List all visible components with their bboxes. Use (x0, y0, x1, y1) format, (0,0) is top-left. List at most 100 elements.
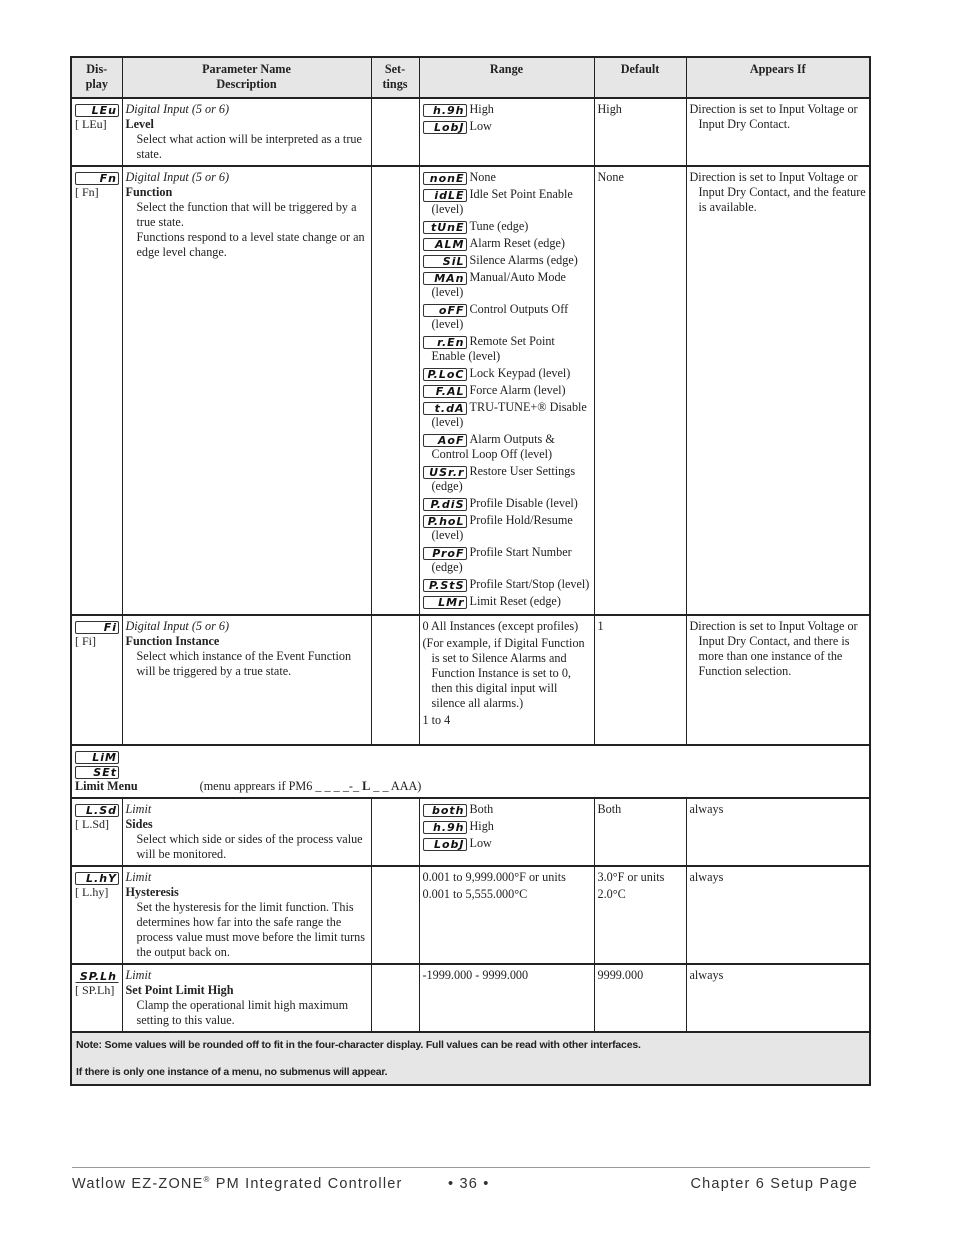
range-option: AoF Alarm Outputs & Control Loop Off (lev… (422, 432, 591, 462)
footer-page-number: • 36 • (448, 1176, 490, 1192)
settings-cell (370, 97, 420, 167)
range-option: P.hoL Profile Hold/Resume (level) (422, 513, 591, 543)
lcd-option-icon: t.dA (422, 401, 467, 415)
lcd-option-icon: nonE (422, 171, 467, 185)
range-option: SiL Silence Alarms (edge) (422, 253, 591, 268)
display-code: [ SP.Lh] (75, 983, 115, 997)
display-code: [ Fi] (75, 634, 96, 648)
range-text: 1 to 4 (422, 713, 451, 727)
parameter-name: Level (125, 117, 154, 131)
display-code: [ L.hy] (75, 885, 109, 899)
settings-cell (370, 865, 420, 965)
settings-cell (370, 797, 420, 867)
range-cell: nonE None idLE Idle Set Point Enable (level… (418, 165, 595, 616)
lcd-display-icon: L.hY (75, 871, 119, 885)
lcd-option-icon: r.En (422, 335, 467, 349)
settings-cell (370, 963, 420, 1033)
lcd-option-icon: oFF (422, 303, 467, 317)
lcd-option-icon: P.diS (422, 497, 467, 511)
header-display: Dis-play (70, 56, 123, 99)
lcd-display-icon: L.Sd (75, 803, 119, 817)
lcd-display-icon: Fn (75, 171, 119, 185)
lcd-option-icon: both (422, 803, 467, 817)
range-option: USr.r Restore User Settings (edge) (422, 464, 591, 494)
default-cell: High (593, 97, 687, 167)
range-option: LobJ Low (422, 119, 591, 134)
range-option: LMr Limit Reset (edge) (422, 594, 591, 609)
parameter-cell: Limit Sides Select which side or sides o… (121, 797, 372, 867)
range-cell: both Both h.9h High LobJ Low (418, 797, 595, 867)
parameter-cell: Limit Set Point Limit High Clamp the ope… (121, 963, 372, 1033)
header-parameter-name: Parameter Name Description (121, 56, 372, 99)
range-option: r.En Remote Set Point Enable (level) (422, 334, 591, 364)
range-option: F.AL Force Alarm (level) (422, 383, 591, 398)
lcd-menu-icon: LiM (75, 751, 119, 764)
range-option: t.dA TRU-TUNE+® Disable (level) (422, 400, 591, 430)
lcd-option-icon: h.9h (422, 820, 467, 834)
table-row: Fn [ Fn] Digital Input (5 or 6) Function… (70, 165, 871, 616)
lcd-display-icon: SP.Lh (75, 970, 119, 983)
range-cell: h.9h High LobJ Low (418, 97, 595, 167)
header-appears-if: Appears If (685, 56, 871, 99)
parameter-category: Limit (125, 802, 152, 816)
lcd-option-icon: LobJ (422, 120, 467, 134)
lcd-option-icon: SiL (422, 254, 467, 268)
default-cell: None (593, 165, 687, 616)
display-cell: L.hY [ L.hy] (70, 865, 123, 965)
table-row: SP.Lh [ SP.Lh] Limit Set Point Limit Hig… (70, 963, 871, 1033)
table-row: L.Sd [ L.Sd] Limit Sides Select which si… (70, 797, 871, 867)
notes-row: Note: Some values will be rounded off to… (70, 1031, 871, 1086)
appears-if-cell: Direction is set to Input Voltage or Inp… (685, 97, 871, 167)
lcd-option-icon: USr.r (422, 465, 467, 479)
parameter-name: Function Instance (125, 634, 220, 648)
default-cell: 3.0°F or units 2.0°C (593, 865, 687, 965)
parameter-cell: Digital Input (5 or 6) Function Select t… (121, 165, 372, 616)
lcd-display-icon: Fi (75, 620, 119, 634)
lcd-option-icon: tUnE (422, 220, 467, 234)
parameter-cell: Limit Hysteresis Set the hysteresis for … (121, 865, 372, 965)
appears-if-cell: always (685, 865, 871, 965)
footer-divider (72, 1167, 870, 1168)
parameter-description: Set the hysteresis for the limit functio… (136, 900, 365, 959)
settings-cell (370, 165, 420, 616)
parameter-name: Sides (125, 817, 153, 831)
footer-chapter: Chapter 6 Setup Page (690, 1176, 858, 1192)
parameter-category: Limit (125, 870, 152, 884)
display-cell: Fi [ Fi] (70, 614, 123, 746)
range-text: 0.001 to 9,999.000°F or units (422, 870, 566, 884)
lcd-option-icon: AoF (422, 433, 467, 447)
appears-if-cell: Direction is set to Input Voltage or Inp… (685, 165, 871, 616)
range-option: ALM Alarm Reset (edge) (422, 236, 591, 251)
parameter-cell: Digital Input (5 or 6) Level Select what… (121, 97, 372, 167)
range-text: 0.001 to 5,555.000°C (422, 887, 528, 901)
appears-if-cell: Direction is set to Input Voltage or Inp… (685, 614, 871, 746)
parameter-category: Limit (125, 968, 152, 982)
parameter-description: Select which side or sides of the proces… (136, 832, 363, 861)
range-option: h.9h High (422, 102, 591, 117)
display-code: [ L.Sd] (75, 817, 109, 831)
range-option: tUnE Tune (edge) (422, 219, 591, 234)
range-option: P.LoC Lock Keypad (level) (422, 366, 591, 381)
range-option: both Both (422, 802, 591, 817)
parameter-name: Set Point Limit High (125, 983, 234, 997)
range-option: MAn Manual/Auto Mode (level) (422, 270, 591, 300)
range-option: P.StS Profile Start/Stop (level) (422, 577, 591, 592)
parameter-table: Dis-play Parameter Name Description Set-t… (70, 56, 871, 1086)
limit-menu-note: (menu apprears if PM6 _ _ _ _-_ L _ _ AA… (199, 779, 422, 793)
parameter-name: Function (125, 185, 173, 199)
parameter-category: Digital Input (5 or 6) (125, 102, 230, 116)
table-row: L.hY [ L.hy] Limit Hysteresis Set the hy… (70, 865, 871, 965)
lcd-option-icon: h.9h (422, 103, 467, 117)
table-header-row: Dis-play Parameter Name Description Set-t… (70, 56, 871, 99)
range-option: ProF Profile Start Number (edge) (422, 545, 591, 575)
parameter-category: Digital Input (5 or 6) (125, 170, 230, 184)
range-option: idLE Idle Set Point Enable (level) (422, 187, 591, 217)
footer-product-title: Watlow EZ-ZONE® PM Integrated Controller (72, 1175, 403, 1192)
display-cell: Fn [ Fn] (70, 165, 123, 616)
header-default: Default (593, 56, 687, 99)
parameter-description: Functions respond to a level state chang… (136, 230, 365, 259)
lcd-option-icon: LobJ (422, 837, 467, 851)
range-option: h.9h High (422, 819, 591, 834)
note-text: If there is only one instance of a menu,… (76, 1066, 388, 1078)
header-range: Range (418, 56, 595, 99)
